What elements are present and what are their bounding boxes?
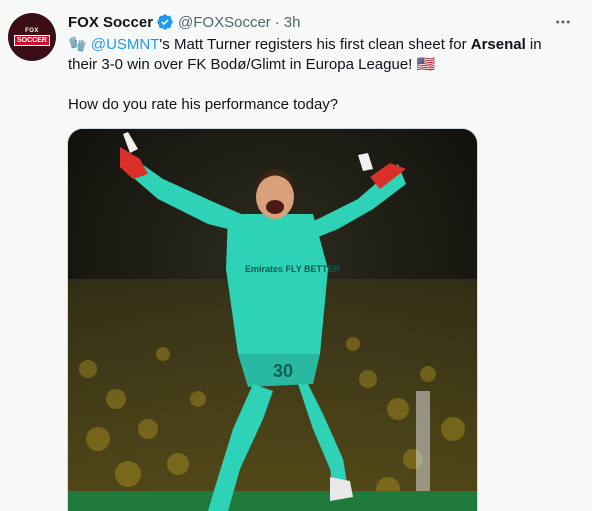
author-name[interactable]: FOX Soccer [68,14,153,31]
more-options-icon[interactable] [551,12,575,32]
tweet-timestamp[interactable]: 3h [284,14,301,31]
tweet-text-bold: Arsenal [470,36,526,53]
avatar-logo: FOX SOCCER [14,28,50,46]
separator-dot: · [274,13,280,31]
tweet-text-line: 🧤 @USMNT's Matt Turner registers his fir… [68,35,558,75]
mention-link[interactable]: @USMNT [91,36,160,53]
jersey-number: 30 [273,361,293,381]
goalkeeper-celebration-photo: Emirates FLY BETTER 30 [68,129,477,511]
gloves-emoji: 🧤 [68,36,87,53]
tweet-text: 🧤 @USMNT's Matt Turner registers his fir… [68,35,558,115]
tweet-question: How do you rate his performance today? [68,96,339,113]
tweet-header: FOX Soccer @FOXSoccer · 3h [68,12,300,32]
jersey-sponsor: Emirates FLY BETTER [245,264,341,274]
tweet-text-mid: 's Matt Turner registers his first clean… [159,36,471,53]
verified-badge-icon [156,13,174,31]
tweet-photo[interactable]: Emirates FLY BETTER 30 [67,128,478,511]
avatar-logo-bottom: SOCCER [14,35,50,46]
avatar[interactable]: FOX SOCCER [8,13,56,61]
tweet[interactable]: FOX SOCCER FOX Soccer @FOXSoccer · 3h 🧤 … [0,0,592,511]
avatar-logo-top: FOX [25,28,39,34]
author-handle[interactable]: @FOXSoccer [178,14,271,31]
